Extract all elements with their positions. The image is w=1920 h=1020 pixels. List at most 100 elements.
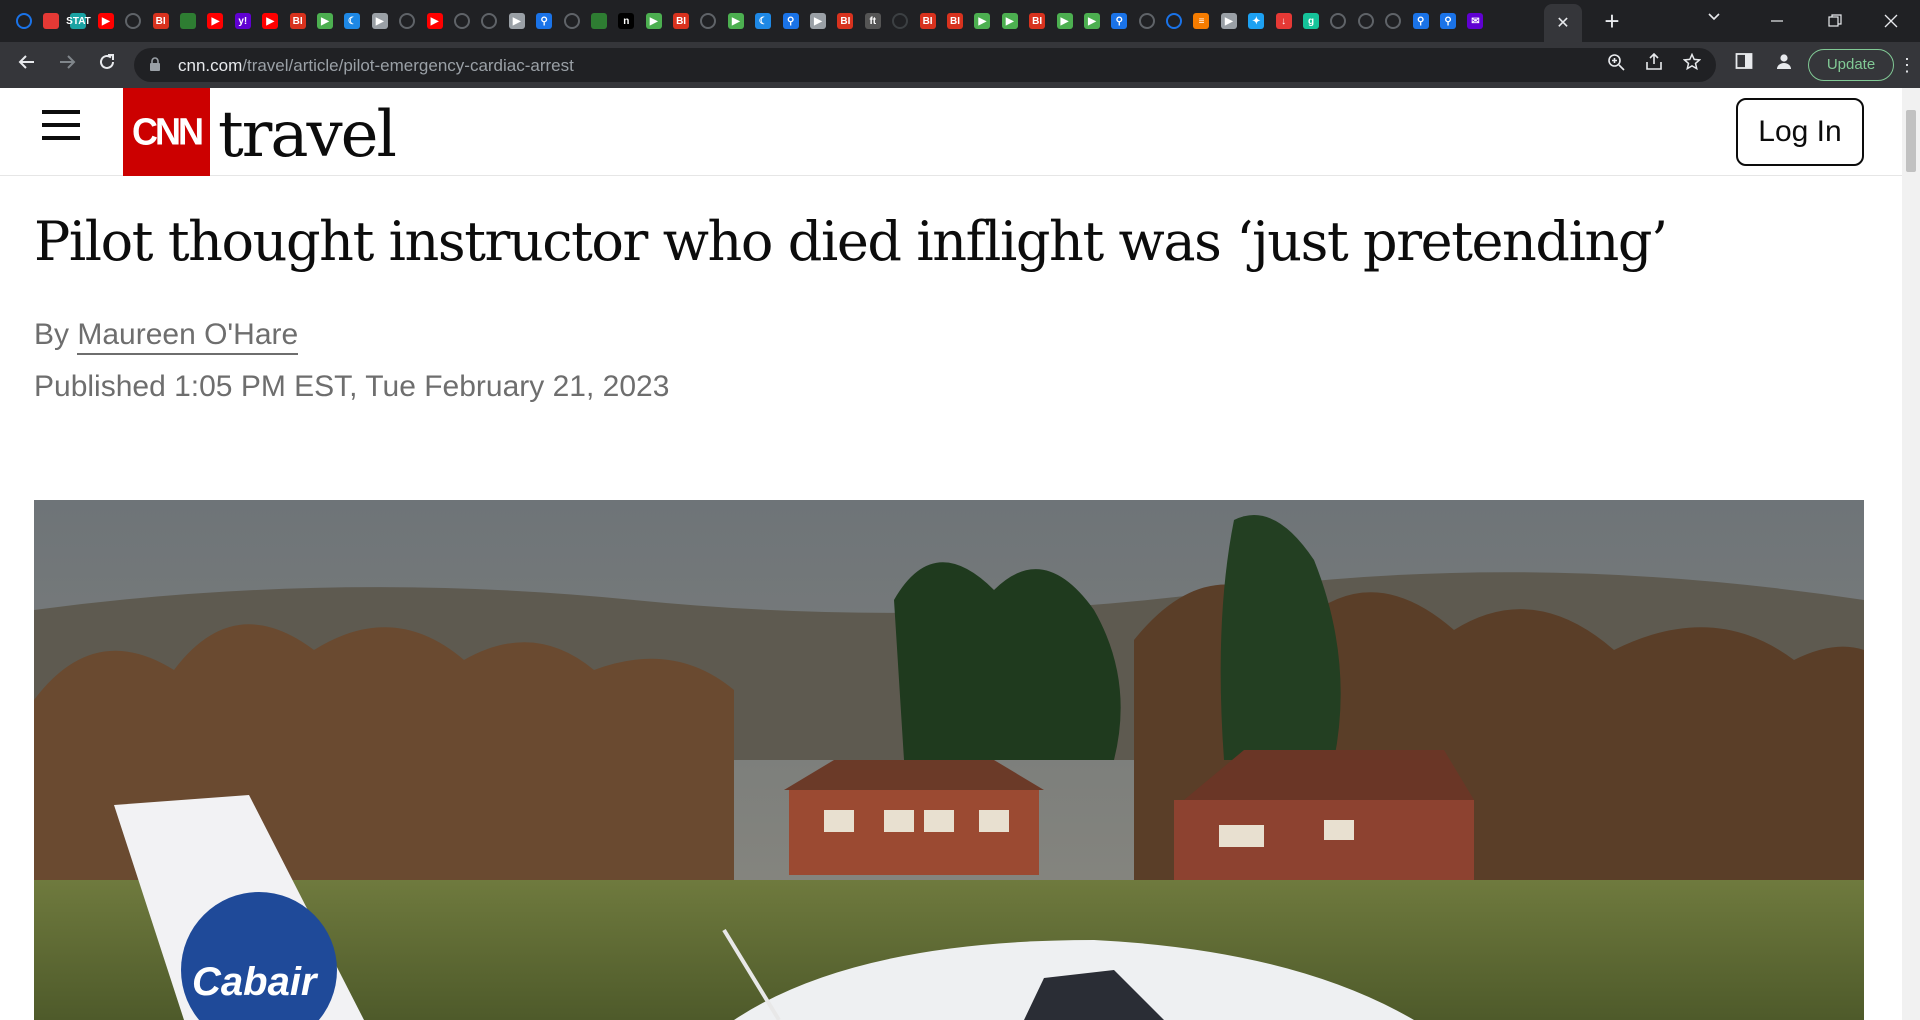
page-scrollbar[interactable] [1902,88,1920,1020]
tab-36[interactable]: ▶ [996,8,1023,34]
tab-14[interactable] [393,8,420,34]
pin-icon: ↓ [1275,13,1292,29]
more-menu-icon[interactable]: ⋮ [1898,51,1916,79]
tab-search-button[interactable] [1706,8,1722,27]
tab-17[interactable] [476,8,503,34]
tab-19[interactable]: ⚲ [530,8,557,34]
forward-button[interactable] [52,50,82,80]
article-headline: Pilot thought instructor who died inflig… [34,210,1668,273]
close-tab-icon[interactable]: ✕ [1556,13,1569,33]
tab-favicons: STAT ▶ BI ▶ y! ▶ BI ▶ ☾ ▶ ▶ ▶ ⚲ n ▶ BI ▶ ☾ ⚲ ▶ BI ft BI BI ▶ ▶ BI ▶… [10,8,1489,34]
youtube-icon: ▶ [97,13,114,29]
tab-6[interactable] [174,8,201,34]
tab-5[interactable]: BI [147,8,174,34]
tab-44[interactable]: ▶ [1215,8,1242,34]
play-icon: ▶ [316,13,333,29]
tab-18[interactable]: ▶ [503,8,530,34]
scrollbar-thumb[interactable] [1906,110,1916,172]
tab-28[interactable]: ⚲ [777,8,804,34]
site-header: CNN travel Log In [0,88,1902,176]
tab-22[interactable]: n [613,8,640,34]
tab-35[interactable]: ▶ [969,8,996,34]
tab-11[interactable]: ▶ [311,8,338,34]
menu-icon: ≡ [1193,13,1210,29]
tab-10[interactable]: BI [284,8,311,34]
tab-0[interactable] [10,8,37,34]
new-tab-button[interactable]: + [1597,6,1627,36]
tab-53[interactable]: ✉ [1462,8,1489,34]
tab-9[interactable]: ▶ [257,8,284,34]
login-button[interactable]: Log In [1736,98,1864,166]
bookmark-star-icon[interactable] [1680,52,1704,77]
tab-32[interactable] [887,8,914,34]
restore-button[interactable] [1806,0,1864,42]
byline-prefix: By [34,318,70,351]
profile-icon[interactable] [1770,51,1798,79]
tab-37[interactable]: BI [1023,8,1050,34]
bi-icon: BI [1029,13,1046,29]
minimize-button[interactable] [1748,0,1806,42]
tab-23[interactable]: ▶ [640,8,667,34]
tab-7[interactable]: ▶ [202,8,229,34]
tab-45[interactable]: ✦ [1243,8,1270,34]
lock-icon [150,57,160,71]
close-window-button[interactable] [1862,0,1920,42]
bi-icon: BI [946,13,963,29]
tab-4[interactable] [120,8,147,34]
tab-15[interactable]: ▶ [421,8,448,34]
tab-1[interactable] [37,8,64,34]
author-link[interactable]: Maureen O'Hare [77,318,299,355]
tab-47[interactable]: g [1297,8,1324,34]
share-icon[interactable] [1642,52,1666,77]
bi-icon: BI [919,13,936,29]
tab-39[interactable]: ▶ [1078,8,1105,34]
tab-29[interactable]: ▶ [804,8,831,34]
yahoo-icon: y! [234,13,251,29]
tab-13[interactable]: ▶ [366,8,393,34]
back-button[interactable] [12,50,42,80]
tab-3[interactable]: ▶ [92,8,119,34]
tab-24[interactable]: BI [667,8,694,34]
tab-25[interactable] [695,8,722,34]
tab-8[interactable]: y! [229,8,256,34]
tab-48[interactable] [1325,8,1352,34]
tab-27[interactable]: ☾ [750,8,777,34]
address-bar[interactable]: cnn.com/travel/article/pilot-emergency-c… [134,48,1716,82]
tab-2[interactable]: STAT [65,8,92,34]
tab-42[interactable] [1160,8,1187,34]
tab-52[interactable]: ⚲ [1434,8,1461,34]
tab-20[interactable] [558,8,585,34]
tab-49[interactable] [1352,8,1379,34]
tab-26[interactable]: ▶ [722,8,749,34]
tab-strip: STAT ▶ BI ▶ y! ▶ BI ▶ ☾ ▶ ▶ ▶ ⚲ n ▶ BI ▶ ☾ ⚲ ▶ BI ft BI BI ▶ ▶ BI ▶… [0,0,1920,42]
tab-38[interactable]: ▶ [1051,8,1078,34]
tab-21[interactable] [585,8,612,34]
cnn-logo[interactable]: CNN [123,88,210,176]
url-text[interactable]: cnn.com/travel/article/pilot-emergency-c… [178,56,574,76]
tab-16[interactable] [448,8,475,34]
tab-12[interactable]: ☾ [339,8,366,34]
tab-31[interactable]: ft [859,8,886,34]
menu-hamburger-icon[interactable] [42,110,82,150]
tab-51[interactable]: ⚲ [1407,8,1434,34]
published-timestamp: Published 1:05 PM EST, Tue February 21, … [34,370,670,403]
hero-image[interactable]: Cabair [34,500,1864,1020]
zoom-icon[interactable] [1604,53,1628,77]
tab-43[interactable]: ≡ [1188,8,1215,34]
update-button[interactable]: Update [1808,49,1894,81]
section-name[interactable]: travel [218,98,397,172]
tab-41[interactable] [1133,8,1160,34]
twitter-icon: ✦ [1248,13,1265,29]
play-icon: ▶ [1056,13,1073,29]
globe-icon [1138,13,1155,29]
tab-33[interactable]: BI [914,8,941,34]
tab-50[interactable] [1380,8,1407,34]
tab-46[interactable]: ↓ [1270,8,1297,34]
close-icon [1884,14,1898,28]
reload-button[interactable] [92,50,122,80]
side-panel-icon[interactable] [1730,51,1758,79]
tab-40[interactable]: ⚲ [1106,8,1133,34]
tab-34[interactable]: BI [941,8,968,34]
tab-30[interactable]: BI [832,8,859,34]
active-tab[interactable]: ✕ [1544,4,1582,42]
